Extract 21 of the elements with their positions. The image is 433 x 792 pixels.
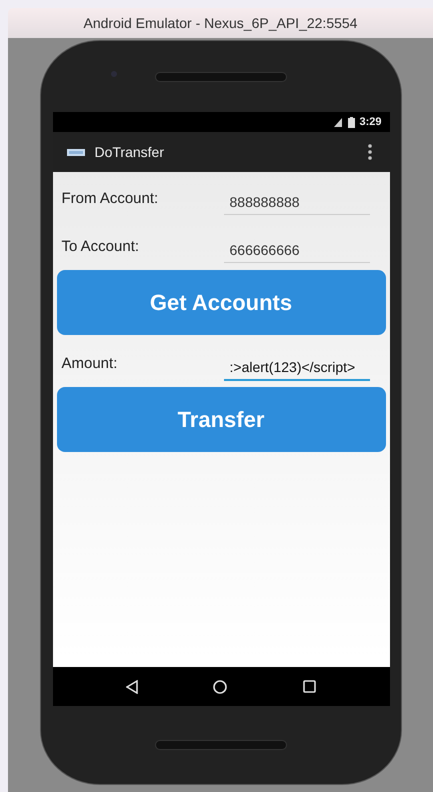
speaker-icon xyxy=(155,740,287,750)
recents-icon[interactable] xyxy=(302,680,316,693)
app-icon xyxy=(66,148,84,156)
input-field[interactable]: 888888888 xyxy=(224,186,370,215)
speaker-icon xyxy=(155,72,287,82)
signal-icon xyxy=(334,118,344,126)
action-button[interactable]: Transfer xyxy=(56,387,386,452)
status-time: 3:29 xyxy=(359,116,382,128)
home-icon[interactable] xyxy=(213,680,228,694)
field-label: To Account: xyxy=(62,237,140,255)
battery-icon xyxy=(348,116,356,128)
action-button[interactable]: Get Accounts xyxy=(56,270,386,335)
camera-icon xyxy=(111,71,117,77)
field-label: From Account: xyxy=(62,189,160,207)
back-icon[interactable] xyxy=(126,680,138,694)
input-field[interactable]: :>alert(123)</script> xyxy=(224,351,370,381)
overflow-menu-icon[interactable] xyxy=(368,144,372,160)
input-field[interactable]: 666666666 xyxy=(224,234,370,263)
field-label: Amount: xyxy=(62,354,118,372)
window-title: Android Emulator - Nexus_6P_API_22:5554 xyxy=(84,15,358,31)
app-title: DoTransfer xyxy=(94,144,166,160)
